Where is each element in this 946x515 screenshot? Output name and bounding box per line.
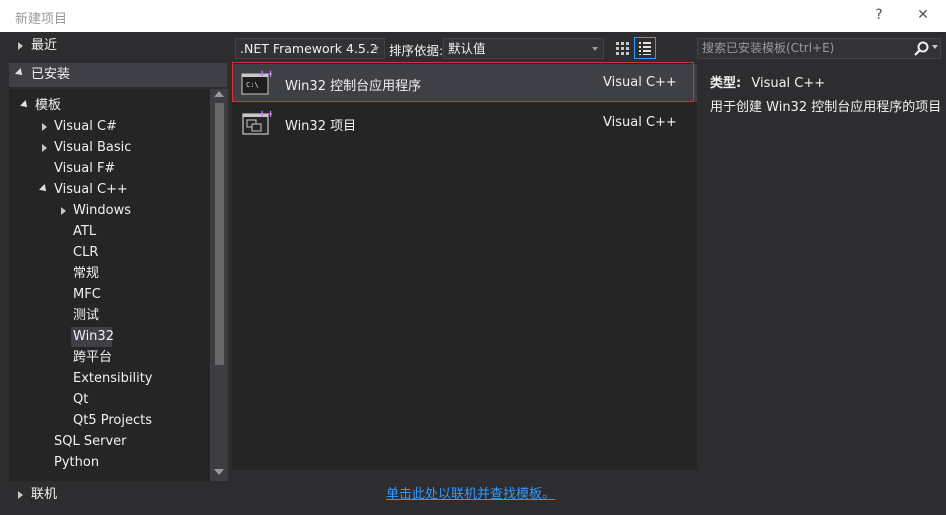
expand-arrow-icon xyxy=(42,144,47,152)
svg-text:++: ++ xyxy=(258,69,272,80)
tree-item-visual-fsharp[interactable]: Visual F# xyxy=(9,159,209,179)
svg-text:C:\: C:\ xyxy=(246,81,259,89)
left-edge xyxy=(0,32,9,515)
chevron-down-icon xyxy=(592,47,598,51)
description-type: 类型: Visual C++ xyxy=(710,72,825,91)
tree-item-label: Windows xyxy=(73,203,132,218)
tree-item-label: SQL Server xyxy=(54,434,127,449)
tree-item-label: MFC xyxy=(73,287,101,302)
template-item-console-app[interactable]: C:\ ++ Win32 控制台应用程序 Visual C++ xyxy=(232,64,697,102)
tree-item-label: 模板 xyxy=(35,98,62,113)
tree-item-label: 联机 xyxy=(31,487,58,502)
tree-item-extensibility[interactable]: Extensibility xyxy=(9,369,209,389)
tree-item-label: ATL xyxy=(73,224,97,239)
tree-item-visual-csharp[interactable]: Visual C# xyxy=(9,117,209,137)
help-button[interactable]: ? xyxy=(866,3,892,27)
tree-item-online[interactable]: 联机 xyxy=(9,485,227,505)
type-value: Visual C++ xyxy=(751,76,826,91)
sort-dropdown[interactable]: 默认值 xyxy=(443,38,604,59)
tree-item-label: Visual C++ xyxy=(54,182,128,197)
tree-item-recent[interactable]: 最近 xyxy=(9,36,227,56)
tree-item-label: Visual Basic xyxy=(54,140,132,155)
template-item-win32-project[interactable]: ++ Win32 项目 Visual C++ xyxy=(232,104,697,142)
expand-arrow-icon xyxy=(18,42,23,50)
tree-item-visual-basic[interactable]: Visual Basic xyxy=(9,138,209,158)
tree-item-label: 测试 xyxy=(73,308,100,323)
description-text: 用于创建 Win32 控制台应用程序的项目 xyxy=(710,100,942,115)
window-title: 新建项目 xyxy=(15,12,68,27)
tree-item-label: Extensibility xyxy=(73,371,153,386)
tree-item-test[interactable]: 测试 xyxy=(9,306,209,326)
tree-item-label: Win32 xyxy=(73,329,114,344)
tree-item-python[interactable]: Python xyxy=(9,453,209,473)
grid-view-button[interactable] xyxy=(611,37,633,59)
chevron-down-icon xyxy=(373,47,379,51)
collapse-arrow-icon xyxy=(15,68,25,78)
tree-item-clr[interactable]: CLR xyxy=(9,243,209,263)
list-view-icon xyxy=(639,42,651,55)
expand-arrow-icon xyxy=(42,123,47,131)
collapse-arrow-icon xyxy=(39,184,49,194)
framework-value: .NET Framework 4.5.2 xyxy=(240,41,378,56)
tree-item-label: Visual C# xyxy=(54,119,117,134)
tree-item-label: Qt xyxy=(73,392,89,407)
scroll-down-arrow-icon[interactable] xyxy=(214,469,224,475)
tree-item-label: 最近 xyxy=(31,38,58,53)
list-view-button[interactable] xyxy=(634,37,656,59)
console-app-icon: C:\ ++ xyxy=(240,68,275,96)
type-label: 类型: xyxy=(710,76,742,91)
tree-item-label: Python xyxy=(54,455,100,470)
search-options-arrow-icon[interactable] xyxy=(932,45,938,49)
tree-item-atl[interactable]: ATL xyxy=(9,222,209,242)
grid-view-icon xyxy=(616,42,629,55)
scroll-up-arrow-icon[interactable] xyxy=(214,91,224,97)
tree-item-installed[interactable]: 已安装 xyxy=(9,63,227,87)
tree-item-qt5-projects[interactable]: Qt5 Projects xyxy=(9,411,209,431)
win32-project-icon: ++ xyxy=(240,108,275,136)
tree-item-label: Visual F# xyxy=(54,161,116,176)
sort-value: 默认值 xyxy=(448,41,486,56)
search-input[interactable]: 搜索已安装模板(Ctrl+E) xyxy=(697,38,941,59)
tree-item-windows[interactable]: Windows xyxy=(9,201,209,221)
expand-arrow-icon xyxy=(18,491,23,499)
tree-item-cross-platform[interactable]: 跨平台 xyxy=(9,348,209,368)
tree-item-label: 已安装 xyxy=(31,67,71,82)
template-language: Visual C++ xyxy=(603,115,677,130)
framework-dropdown[interactable]: .NET Framework 4.5.2 xyxy=(235,38,385,59)
tree-item-mfc[interactable]: MFC xyxy=(9,285,209,305)
search-placeholder: 搜索已安装模板(Ctrl+E) xyxy=(702,41,835,55)
tree-scrollbar[interactable] xyxy=(210,89,228,481)
tree-item-label: 常规 xyxy=(73,266,100,281)
tree-item-label: 跨平台 xyxy=(73,350,113,365)
tree-item-sql-server[interactable]: SQL Server xyxy=(9,432,209,452)
template-name: Win32 控制台应用程序 xyxy=(285,79,422,94)
collapse-arrow-icon xyxy=(20,100,30,110)
tree-item-label: Qt5 Projects xyxy=(73,413,152,428)
close-button[interactable]: ✕ xyxy=(910,3,936,27)
tree-item-win32[interactable]: Win32 xyxy=(71,327,114,347)
search-icon[interactable] xyxy=(913,40,931,57)
template-language: Visual C++ xyxy=(603,75,677,90)
tree-item-visual-cpp[interactable]: Visual C++ xyxy=(9,180,209,200)
tree-item-general[interactable]: 常规 xyxy=(9,264,209,284)
svg-text:++: ++ xyxy=(258,109,272,120)
title-bar: 新建项目 ? ✕ xyxy=(0,0,946,32)
scrollbar-thumb[interactable] xyxy=(215,103,224,365)
online-templates-link[interactable]: 单击此处以联机并查找模板。 xyxy=(386,483,555,502)
tree-item-label: CLR xyxy=(73,245,99,260)
sort-label: 排序依据: xyxy=(389,43,444,58)
tree-item-templates[interactable]: 模板 xyxy=(9,96,209,116)
template-name: Win32 项目 xyxy=(285,119,357,134)
tree-item-qt[interactable]: Qt xyxy=(9,390,209,410)
expand-arrow-icon xyxy=(61,207,66,215)
